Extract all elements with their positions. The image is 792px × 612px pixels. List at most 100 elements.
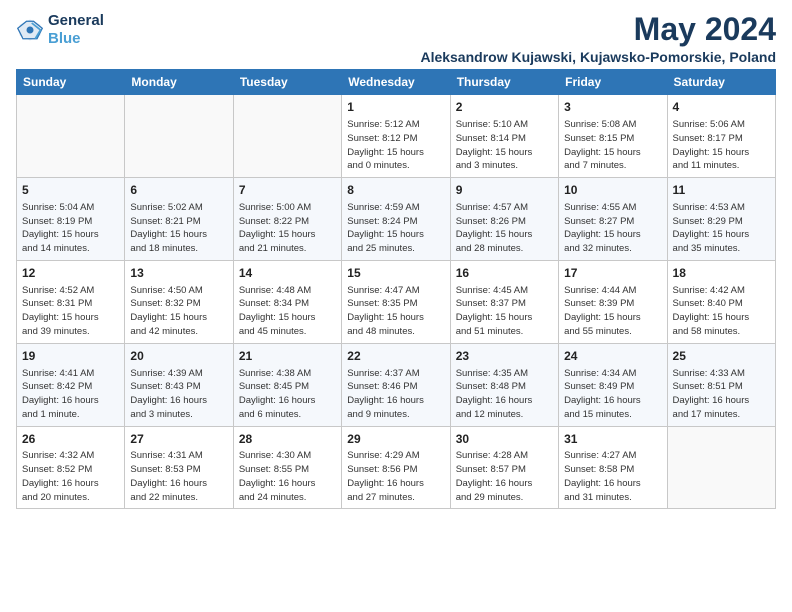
calendar-header-thursday: Thursday [450,70,558,95]
day-info: Sunrise: 4:37 AMSunset: 8:46 PMDaylight:… [347,367,444,422]
day-info: Sunrise: 4:39 AMSunset: 8:43 PMDaylight:… [130,367,227,422]
day-number: 6 [130,182,227,199]
day-info: Sunrise: 5:00 AMSunset: 8:22 PMDaylight:… [239,201,336,256]
calendar-cell: 8 Sunrise: 4:59 AMSunset: 8:24 PMDaylight… [342,178,450,261]
day-number: 31 [564,431,661,448]
calendar-cell: 10 Sunrise: 4:55 AMSunset: 8:27 PMDayligh… [559,178,667,261]
day-info: Sunrise: 5:04 AMSunset: 8:19 PMDaylight:… [22,201,119,256]
day-number: 20 [130,348,227,365]
calendar-cell: 30Sunrise: 4:28 AMSunset: 8:57 PMDayligh… [450,426,558,509]
day-number: 2 [456,99,553,116]
day-info: Sunrise: 4:27 AMSunset: 8:58 PMDaylight:… [564,449,661,504]
day-info: Sunrise: 5:06 AMSunset: 8:17 PMDaylight:… [673,118,770,173]
day-number: 14 [239,265,336,282]
header: General Blue May 2024 Aleksandrow Kujaws… [16,12,776,65]
day-number: 24 [564,348,661,365]
calendar-cell: 22 Sunrise: 4:37 AMSunset: 8:46 PMDayligh… [342,343,450,426]
calendar-cell: 3 Sunrise: 5:08 AMSunset: 8:15 PMDaylight… [559,95,667,178]
day-number: 3 [564,99,661,116]
day-info: Sunrise: 4:48 AMSunset: 8:34 PMDaylight:… [239,284,336,339]
day-number: 17 [564,265,661,282]
title-block: May 2024 Aleksandrow Kujawski, Kujawsko-… [420,12,776,65]
day-number: 7 [239,182,336,199]
calendar-week-3: 12Sunrise: 4:52 AMSunset: 8:31 PMDayligh… [17,260,776,343]
day-number: 13 [130,265,227,282]
calendar-cell: 17 Sunrise: 4:44 AMSunset: 8:39 PMDayligh… [559,260,667,343]
main-title: May 2024 [420,12,776,47]
calendar-cell [125,95,233,178]
calendar-cell: 7 Sunrise: 5:00 AMSunset: 8:22 PMDaylight… [233,178,341,261]
calendar-cell: 31Sunrise: 4:27 AMSunset: 8:58 PMDayligh… [559,426,667,509]
day-number: 27 [130,431,227,448]
calendar-cell: 25Sunrise: 4:33 AMSunset: 8:51 PMDayligh… [667,343,775,426]
logo-line1: General [48,12,104,30]
calendar-cell [17,95,125,178]
day-info: Sunrise: 4:38 AMSunset: 8:45 PMDaylight:… [239,367,336,422]
calendar-header-sunday: Sunday [17,70,125,95]
calendar: SundayMondayTuesdayWednesdayThursdayFrid… [16,69,776,509]
calendar-cell: 23 Sunrise: 4:35 AMSunset: 8:48 PMDayligh… [450,343,558,426]
day-info: Sunrise: 4:29 AMSunset: 8:56 PMDaylight:… [347,449,444,504]
day-info: Sunrise: 5:02 AMSunset: 8:21 PMDaylight:… [130,201,227,256]
day-info: Sunrise: 5:10 AMSunset: 8:14 PMDaylight:… [456,118,553,173]
day-info: Sunrise: 4:30 AMSunset: 8:55 PMDaylight:… [239,449,336,504]
day-number: 4 [673,99,770,116]
calendar-week-5: 26Sunrise: 4:32 AMSunset: 8:52 PMDayligh… [17,426,776,509]
calendar-cell: 26Sunrise: 4:32 AMSunset: 8:52 PMDayligh… [17,426,125,509]
calendar-cell: 5 Sunrise: 5:04 AMSunset: 8:19 PMDaylight… [17,178,125,261]
day-number: 26 [22,431,119,448]
day-number: 21 [239,348,336,365]
calendar-cell: 28Sunrise: 4:30 AMSunset: 8:55 PMDayligh… [233,426,341,509]
calendar-cell: 27Sunrise: 4:31 AMSunset: 8:53 PMDayligh… [125,426,233,509]
day-info: Sunrise: 4:52 AMSunset: 8:31 PMDaylight:… [22,284,119,339]
day-number: 1 [347,99,444,116]
logo: General Blue [16,12,104,48]
day-number: 29 [347,431,444,448]
calendar-header-monday: Monday [125,70,233,95]
day-info: Sunrise: 4:50 AMSunset: 8:32 PMDaylight:… [130,284,227,339]
calendar-cell: 19 Sunrise: 4:41 AMSunset: 8:42 PMDayligh… [17,343,125,426]
day-number: 18 [673,265,770,282]
day-number: 8 [347,182,444,199]
day-info: Sunrise: 4:59 AMSunset: 8:24 PMDaylight:… [347,201,444,256]
day-number: 23 [456,348,553,365]
day-info: Sunrise: 4:53 AMSunset: 8:29 PMDaylight:… [673,201,770,256]
day-info: Sunrise: 4:47 AMSunset: 8:35 PMDaylight:… [347,284,444,339]
calendar-cell: 12Sunrise: 4:52 AMSunset: 8:31 PMDayligh… [17,260,125,343]
calendar-cell: 18 Sunrise: 4:42 AMSunset: 8:40 PMDayligh… [667,260,775,343]
calendar-cell: 21 Sunrise: 4:38 AMSunset: 8:45 PMDayligh… [233,343,341,426]
logo-line2: Blue [48,30,81,47]
day-info: Sunrise: 4:44 AMSunset: 8:39 PMDaylight:… [564,284,661,339]
calendar-cell: 29Sunrise: 4:29 AMSunset: 8:56 PMDayligh… [342,426,450,509]
calendar-cell: 14 Sunrise: 4:48 AMSunset: 8:34 PMDayligh… [233,260,341,343]
calendar-header-wednesday: Wednesday [342,70,450,95]
day-info: Sunrise: 4:55 AMSunset: 8:27 PMDaylight:… [564,201,661,256]
calendar-cell: 4 Sunrise: 5:06 AMSunset: 8:17 PMDaylight… [667,95,775,178]
day-number: 9 [456,182,553,199]
day-number: 22 [347,348,444,365]
day-info: Sunrise: 4:42 AMSunset: 8:40 PMDaylight:… [673,284,770,339]
day-number: 16 [456,265,553,282]
day-number: 5 [22,182,119,199]
calendar-week-1: 1Sunrise: 5:12 AMSunset: 8:12 PMDaylight… [17,95,776,178]
calendar-cell: 1Sunrise: 5:12 AMSunset: 8:12 PMDaylight… [342,95,450,178]
day-number: 19 [22,348,119,365]
day-number: 10 [564,182,661,199]
day-info: Sunrise: 4:34 AMSunset: 8:49 PMDaylight:… [564,367,661,422]
day-info: Sunrise: 4:35 AMSunset: 8:48 PMDaylight:… [456,367,553,422]
calendar-cell: 2 Sunrise: 5:10 AMSunset: 8:14 PMDaylight… [450,95,558,178]
calendar-header-friday: Friday [559,70,667,95]
day-number: 30 [456,431,553,448]
day-info: Sunrise: 4:31 AMSunset: 8:53 PMDaylight:… [130,449,227,504]
day-number: 15 [347,265,444,282]
calendar-week-2: 5 Sunrise: 5:04 AMSunset: 8:19 PMDaylight… [17,178,776,261]
day-info: Sunrise: 4:28 AMSunset: 8:57 PMDaylight:… [456,449,553,504]
day-info: Sunrise: 5:08 AMSunset: 8:15 PMDaylight:… [564,118,661,173]
day-info: Sunrise: 4:41 AMSunset: 8:42 PMDaylight:… [22,367,119,422]
day-info: Sunrise: 4:45 AMSunset: 8:37 PMDaylight:… [456,284,553,339]
calendar-cell: 16 Sunrise: 4:45 AMSunset: 8:37 PMDayligh… [450,260,558,343]
calendar-header-tuesday: Tuesday [233,70,341,95]
calendar-cell: 15 Sunrise: 4:47 AMSunset: 8:35 PMDayligh… [342,260,450,343]
day-info: Sunrise: 4:32 AMSunset: 8:52 PMDaylight:… [22,449,119,504]
day-number: 11 [673,182,770,199]
